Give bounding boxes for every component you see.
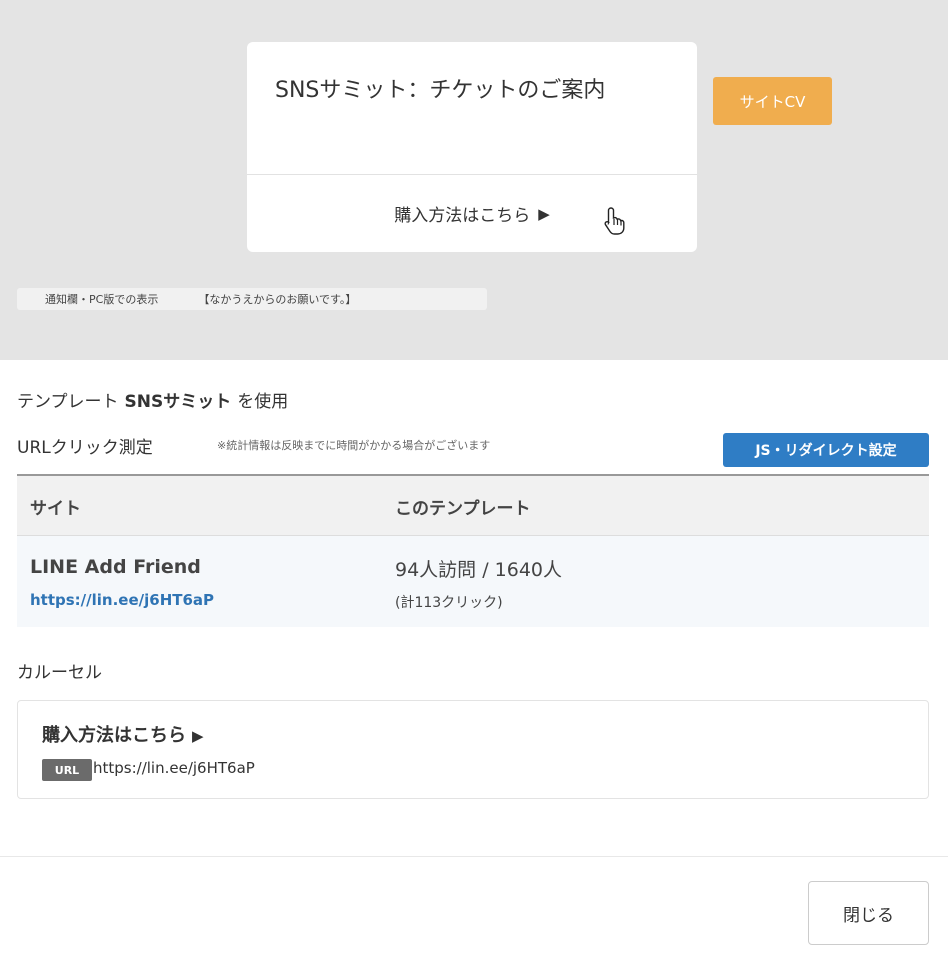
carousel-item-label: 購入方法はこちら (42, 725, 186, 746)
preview-card: SNSサミット：チケットのご案内 購入方法はこちら ▶ (247, 42, 697, 252)
hand-cursor-icon (604, 207, 625, 235)
carousel-item-url[interactable]: https://lin.ee/j6HT6aP (93, 759, 255, 777)
js-redirect-settings-button[interactable]: JS・リダイレクト設定 (723, 433, 929, 467)
play-arrow-icon: ▶ (192, 727, 204, 745)
url-click-table: サイト このテンプレート LINE Add Friend https://lin… (17, 474, 929, 627)
message-preview: SNSサミット：チケットのご案内 購入方法はこちら ▶ 通知欄・PC版での表示 … (0, 0, 948, 360)
site-cv-button[interactable]: サイトCV (713, 77, 832, 125)
table-header: サイト このテンプレート (17, 474, 929, 536)
preview-card-title: SNSサミット：チケットのご案内 (275, 78, 606, 103)
column-header-template: このテンプレート (395, 499, 531, 519)
url-badge: URL (42, 759, 92, 781)
visit-count: 94人訪問 / 1640人 (395, 559, 563, 581)
carousel-item: 購入方法はこちら ▶ URL https://lin.ee/j6HT6aP (17, 700, 929, 799)
close-button[interactable]: 閉じる (808, 881, 929, 945)
template-name: SNSサミット (124, 392, 232, 412)
caption-message: 【なかうえからのお願いです。】 (198, 293, 357, 306)
column-header-site: サイト (30, 499, 81, 519)
preview-caption: 通知欄・PC版での表示 【なかうえからのお願いです。】 (17, 288, 487, 310)
carousel-item-title: 購入方法はこちら ▶ (42, 721, 204, 747)
url-click-header: URLクリック測定 ※統計情報は反映までに時間がかかる場合がございます JS・リ… (17, 431, 929, 467)
site-url-link[interactable]: https://lin.ee/j6HT6aP (30, 591, 214, 609)
preview-card-action-button[interactable]: 購入方法はこちら ▶ (247, 175, 697, 252)
carousel-label: カルーセル (17, 663, 102, 683)
footer-divider (0, 856, 948, 857)
site-name: LINE Add Friend (30, 556, 201, 578)
url-click-title: URLクリック測定 (17, 438, 153, 458)
template-prefix: テンプレート (17, 392, 119, 412)
template-usage-line: テンプレート SNSサミット を使用 (17, 387, 288, 412)
click-count: (計113クリック) (395, 595, 503, 611)
play-arrow-icon: ▶ (538, 204, 550, 223)
template-suffix: を使用 (237, 392, 289, 412)
preview-card-action-label: 購入方法はこちら (394, 206, 531, 226)
table-row: LINE Add Friend https://lin.ee/j6HT6aP 9… (17, 536, 929, 627)
url-click-note: ※統計情報は反映までに時間がかかる場合がございます (217, 439, 491, 452)
caption-display-type: 通知欄・PC版での表示 (45, 293, 159, 306)
